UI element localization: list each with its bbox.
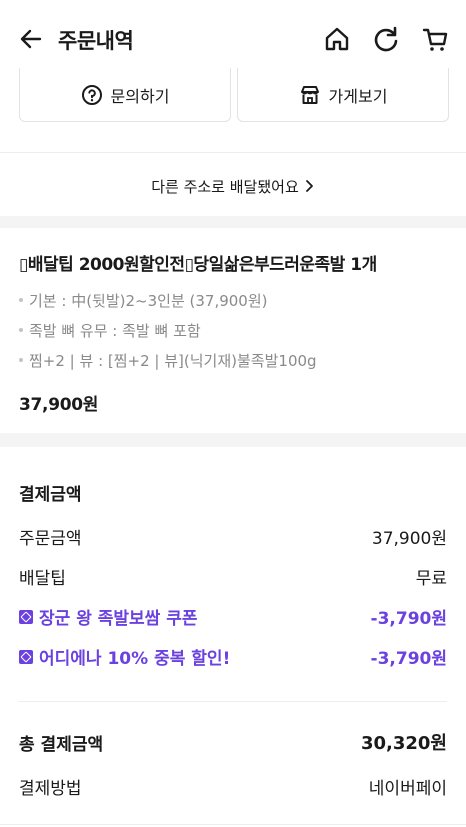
order-amount-label: 주문금액 (19, 529, 82, 549)
menu-item-price: 37,900원 (19, 395, 99, 415)
divider (0, 152, 466, 153)
app-header: 주문내역 (0, 0, 466, 68)
menu-option-text: 기본 : 中(뒷발)2~3인분 (37,900원) (29, 292, 268, 310)
delivery-tip-row: 배달팁 무료 (19, 564, 447, 589)
coupon-icon (19, 609, 33, 624)
order-amount-row: 주문금액 37,900원 (19, 524, 447, 549)
discount-label-wrap: 장군 왕 족발보쌈 쿠폰 (19, 604, 198, 629)
order-amount-value: 37,900원 (371, 529, 447, 549)
total-row: 총 결제금액 30,320원 (19, 729, 447, 755)
menu-option: 족발 뼈 유무 : 족발 뼈 포함 (19, 320, 201, 341)
bullet-dot (19, 357, 23, 362)
discount-label: 장군 왕 족발보쌈 쿠폰 (39, 609, 198, 629)
menu-option-text: 찜+2 | 뷰 : [찜+2 | 뷰](닉기재)불족발100g (29, 352, 317, 370)
menu-option: 찜+2 | 뷰 : [찜+2 | 뷰](닉기재)불족발100g (19, 350, 317, 371)
payment-method-value: 네이버페이 (368, 779, 447, 799)
bullet-dot (19, 297, 23, 302)
payment-method-row: 결제방법 네이버페이 (19, 774, 447, 799)
refresh-icon[interactable] (372, 25, 400, 53)
bullet-dot (19, 327, 23, 332)
discount-value: -3,790원 (370, 649, 447, 669)
store-actions: 문의하기 가게보기 (0, 68, 466, 152)
discount-row: 장군 왕 족발보쌈 쿠폰 -3,790원 (19, 604, 447, 629)
discount-label: 어디에나 10% 중복 할인! (39, 649, 231, 669)
cart-icon[interactable] (421, 25, 449, 53)
home-icon[interactable] (323, 25, 351, 53)
store-button[interactable]: 가게보기 (237, 68, 449, 122)
store-button-label: 가게보기 (328, 86, 388, 106)
divider (19, 701, 447, 702)
discount-value: -3,790원 (370, 609, 447, 629)
delivery-tip-value: 무료 (415, 569, 447, 589)
inquiry-button-label: 문의하기 (110, 86, 170, 106)
section-separator (0, 216, 466, 228)
discount-row: 어디에나 10% 중복 할인! -3,790원 (19, 644, 447, 669)
payment-method-label: 결제방법 (19, 779, 82, 799)
question-icon (81, 84, 102, 105)
address-notice[interactable]: 다른 주소로 배달됐어요 (0, 166, 466, 206)
total-value: 30,320원 (360, 733, 447, 754)
divider (0, 824, 466, 825)
page-title: 주문내역 (58, 29, 134, 53)
delivery-tip-label: 배달팁 (19, 569, 66, 589)
store-icon (300, 85, 319, 104)
section-separator (0, 433, 466, 447)
chevron-right-icon (305, 180, 313, 192)
menu-option: 기본 : 中(뒷발)2~3인분 (37,900원) (19, 290, 268, 311)
menu-item-title: ▯배달팁 2000원할인전▯당일삶은부드러운족발 1개 (19, 255, 377, 275)
back-arrow-icon[interactable] (18, 26, 44, 52)
coupon-icon (19, 649, 33, 664)
discount-label-wrap: 어디에나 10% 중복 할인! (19, 644, 230, 669)
menu-option-text: 족발 뼈 유무 : 족발 뼈 포함 (29, 322, 201, 340)
inquiry-button[interactable]: 문의하기 (19, 68, 231, 122)
total-label: 총 결제금액 (19, 734, 104, 755)
payment-section-title: 결제금액 (19, 485, 82, 505)
address-notice-text: 다른 주소로 배달됐어요 (151, 177, 299, 196)
